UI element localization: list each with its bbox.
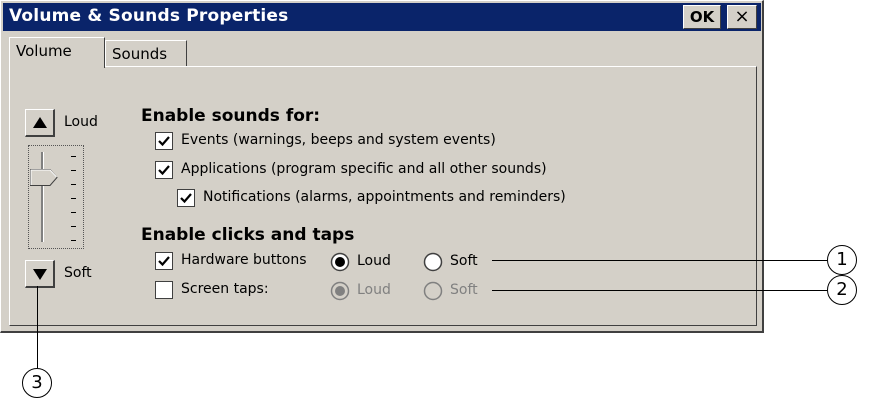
- checkmark-icon: [158, 165, 170, 176]
- enable-clicks-heading: Enable clicks and taps: [141, 225, 355, 245]
- callout-2: 2: [827, 275, 857, 305]
- properties-window: Volume & Sounds Properties OK × Volume S…: [0, 0, 764, 333]
- hardware-buttons-checkbox[interactable]: [155, 252, 173, 270]
- checkmark-icon: [158, 256, 170, 267]
- volume-down-button[interactable]: [25, 260, 55, 288]
- hardware-soft-label: Soft: [450, 253, 478, 269]
- callout-1-line: [492, 260, 827, 261]
- hardware-soft-radio[interactable]: [423, 252, 443, 272]
- loud-label: Loud: [64, 114, 98, 130]
- ok-button[interactable]: OK: [683, 5, 721, 29]
- checkmark-icon: [180, 193, 192, 204]
- screen-taps-loud-radio[interactable]: [330, 281, 350, 301]
- callout-1: 1: [827, 245, 857, 275]
- callout-3-line: [37, 286, 38, 368]
- soft-label: Soft: [64, 265, 92, 281]
- applications-label: Applications (program specific and all o…: [181, 161, 547, 177]
- close-icon: ×: [734, 6, 750, 27]
- callout-3: 3: [22, 368, 52, 398]
- slider-ticks: [71, 156, 77, 241]
- down-arrow-icon: [33, 269, 47, 280]
- screen-taps-loud-label: Loud: [357, 282, 391, 298]
- volume-up-button[interactable]: [25, 109, 55, 137]
- screen-taps-label: Screen taps:: [181, 281, 269, 297]
- events-label: Events (warnings, beeps and system event…: [181, 132, 496, 148]
- hardware-buttons-row: Hardware buttons Loud Soft: [155, 252, 495, 272]
- events-checkbox[interactable]: [155, 132, 173, 150]
- hardware-loud-label: Loud: [357, 253, 391, 269]
- screen-taps-row: Screen taps: Loud Soft: [155, 281, 495, 301]
- slider-track: [41, 152, 44, 242]
- screen-taps-soft-radio[interactable]: [423, 281, 443, 301]
- screen-taps-checkbox[interactable]: [155, 281, 173, 299]
- enable-sounds-heading: Enable sounds for:: [141, 106, 321, 126]
- title-bar[interactable]: Volume & Sounds Properties OK ×: [3, 3, 761, 31]
- slider-thumb[interactable]: [30, 169, 58, 186]
- close-button[interactable]: ×: [727, 5, 757, 29]
- volume-slider[interactable]: [28, 145, 84, 249]
- notifications-checkbox[interactable]: [177, 189, 195, 207]
- up-arrow-icon: [33, 117, 47, 128]
- screen-taps-soft-label: Soft: [450, 282, 478, 298]
- notifications-label: Notifications (alarms, appointments and …: [203, 189, 566, 205]
- hardware-buttons-label: Hardware buttons: [181, 252, 307, 268]
- window-title: Volume & Sounds Properties: [9, 6, 289, 26]
- tab-volume[interactable]: Volume: [9, 37, 105, 68]
- applications-checkbox[interactable]: [155, 161, 173, 179]
- tab-sounds[interactable]: Sounds: [105, 40, 187, 66]
- callout-2-line: [492, 290, 827, 291]
- hardware-loud-radio[interactable]: [330, 252, 350, 272]
- checkmark-icon: [158, 136, 170, 147]
